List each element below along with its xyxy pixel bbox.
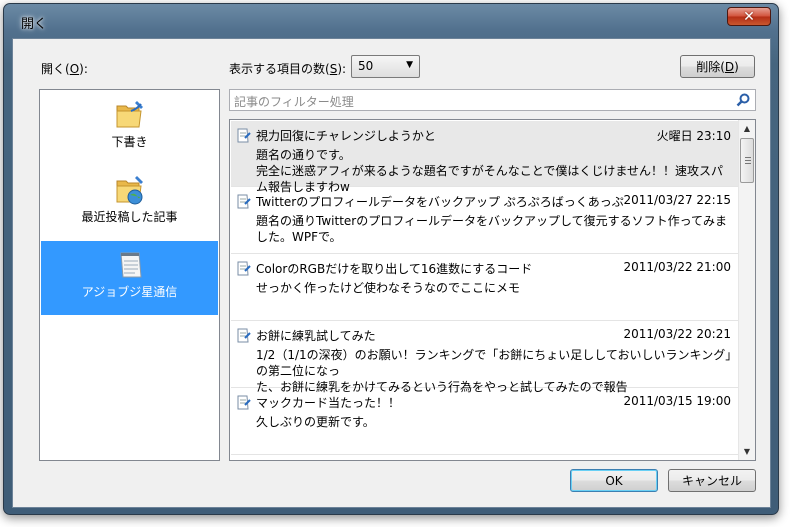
source-item-blog[interactable]: アジョブジ星通信 (41, 241, 218, 315)
ok-button[interactable]: OK (570, 469, 658, 492)
post-date: 2011/03/22 21:00 (623, 260, 731, 274)
source-item-label: 下書き (111, 135, 148, 149)
scroll-up-icon[interactable]: ▲ (739, 120, 755, 137)
scroll-down-icon[interactable]: ▼ (739, 443, 755, 460)
source-item-label: アジョブジ星通信 (81, 285, 178, 299)
post-list-scrollbar[interactable]: ▲ ▼ (738, 120, 755, 460)
open-label: 開く(O): (41, 62, 88, 76)
source-list: 下書き 最近投稿した記事 アジョブジ星通信 (39, 89, 220, 461)
close-button[interactable]: ✕ (727, 7, 771, 26)
window-title: 開く (21, 17, 48, 32)
post-icon (237, 328, 251, 343)
item-count-label: 表示する項目の数(S): (229, 62, 347, 76)
chevron-down-icon: ▼ (406, 60, 413, 70)
open-dialog-window: 開く ✕ 開く(O): 表示する項目の数(S): 50 ▼ 削除(D) 下書き (3, 3, 779, 515)
post-list-item[interactable]: ColorのRGBだけを取り出して16進数にするコード 2011/03/22 2… (231, 254, 739, 321)
post-list-item[interactable]: お餅に練乳試してみた 2011/03/22 20:21 1/2（1/1の深夜）の… (231, 321, 739, 394)
post-excerpt: 久しぶりの更新です。 (256, 415, 375, 429)
filter-input[interactable]: 記事のフィルター処理 (229, 89, 756, 111)
post-list-item[interactable]: マックカード当たった！！ 2011/03/15 19:00 久しぶりの更新です。 (231, 388, 739, 455)
post-date: 火曜日 23:10 (656, 129, 731, 143)
source-item-label: 最近投稿した記事 (81, 210, 178, 224)
post-icon (237, 261, 251, 276)
item-count-value: 50 (358, 59, 374, 73)
scroll-thumb[interactable] (740, 138, 754, 183)
post-excerpt: 題名の通りTwitterのプロフィールデータをバックアップして復元するソフト作っ… (256, 214, 728, 244)
close-icon: ✕ (743, 8, 755, 25)
dialog-client-area: 開く(O): 表示する項目の数(S): 50 ▼ 削除(D) 下書き 最近投稿… (12, 38, 771, 508)
source-item-drafts[interactable]: 下書き (41, 91, 218, 165)
cancel-button[interactable]: キャンセル (668, 469, 756, 492)
title-bar[interactable]: 開く ✕ (4, 4, 778, 38)
post-date: 2011/03/27 22:15 (623, 193, 731, 207)
item-count-select[interactable]: 50 ▼ (351, 55, 420, 78)
delete-button[interactable]: 削除(D) (680, 55, 755, 78)
filter-placeholder: 記事のフィルター処理 (234, 95, 354, 109)
blog-notepad-icon (120, 252, 142, 278)
search-icon[interactable] (735, 92, 751, 108)
post-title: マックカード当たった！！ (256, 396, 401, 410)
recent-posts-folder-icon (116, 176, 143, 205)
post-title: 視力回復にチャレンジしようかと (256, 129, 436, 143)
post-icon (237, 128, 251, 143)
post-date: 2011/03/15 19:00 (623, 394, 731, 408)
post-date: 2011/03/22 20:21 (623, 327, 731, 341)
post-list-item[interactable]: Twitterのプロフィールデータをバックアップ ぷろぷろばっくあっぷ 2011… (231, 187, 739, 254)
post-title: Twitterのプロフィールデータをバックアップ ぷろぷろばっくあっぷ (256, 195, 624, 209)
post-title: お餅に練乳試してみた (256, 329, 376, 343)
source-item-recent[interactable]: 最近投稿した記事 (41, 166, 218, 240)
post-title: ColorのRGBだけを取り出して16進数にするコード (256, 262, 533, 276)
drafts-folder-icon (116, 101, 143, 128)
post-excerpt: せっかく作ったけど使わなそうなのでここにメモ (256, 281, 521, 295)
post-icon (237, 395, 251, 410)
post-icon (237, 194, 251, 209)
post-list[interactable]: 視力回復にチャレンジしようかと 火曜日 23:10 題名の通りです。 完全に迷惑… (229, 119, 756, 461)
post-list-item[interactable]: 視力回復にチャレンジしようかと 火曜日 23:10 題名の通りです。 完全に迷惑… (231, 121, 739, 194)
